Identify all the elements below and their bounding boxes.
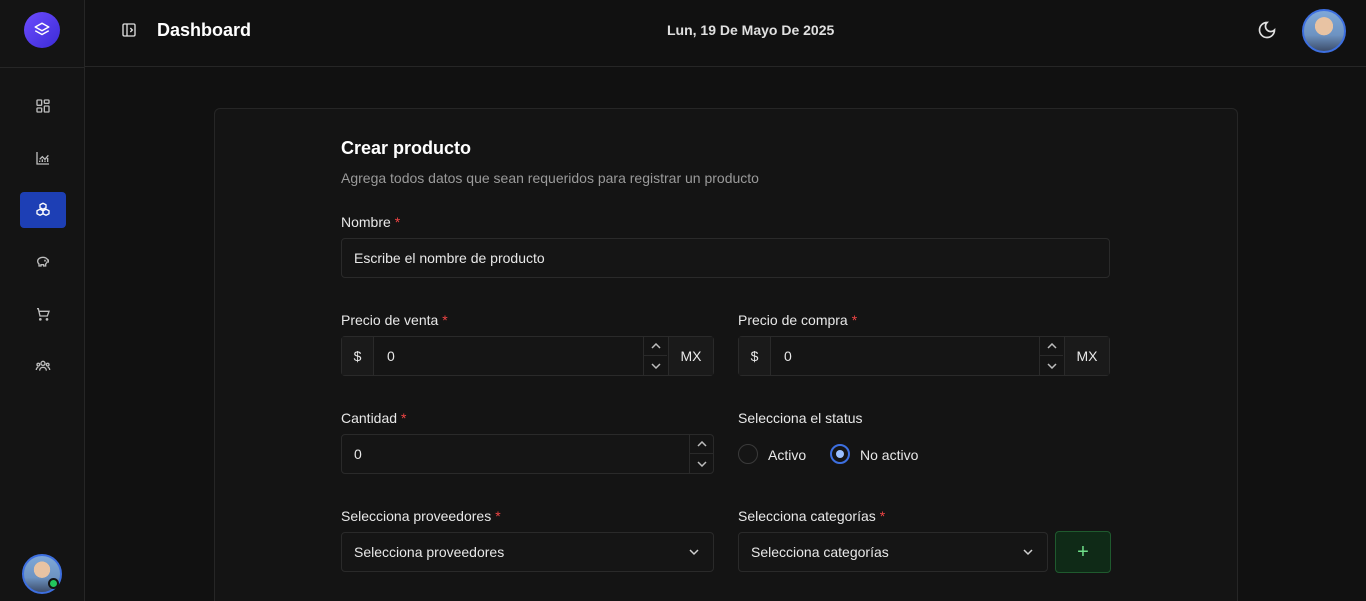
chart-icon [36,152,49,165]
sale-price-stepper[interactable] [643,337,667,375]
currency-suffix: MX [668,337,713,375]
purchase-price-stepper[interactable] [1039,337,1063,375]
status-radio-inactive[interactable] [830,444,850,464]
add-category-button[interactable]: + [1055,531,1111,573]
users-icon [35,360,51,371]
chevron-down-icon[interactable] [644,356,667,375]
grid-icon [36,99,50,113]
sale-price-value: 0 [387,348,395,364]
currency-prefix: $ [739,337,771,375]
categories-select[interactable]: Selecciona categorías [738,532,1048,572]
form-subtitle: Agrega todos datos que sean requeridos p… [341,170,759,186]
suppliers-label: Selecciona proveedores * [341,508,501,524]
name-label: Nombre * [341,214,401,230]
top-header: Dashboard Lun, 19 De Mayo De 2025 [85,0,1366,67]
cart-icon [37,308,50,321]
chevron-up-icon[interactable] [690,435,713,454]
sidebar-item-sales[interactable] [20,296,66,332]
quantity-value: 0 [354,446,362,462]
sidebar-item-reports[interactable] [20,140,66,176]
piggy-bank-icon [36,256,49,267]
moon-icon[interactable] [1257,20,1277,45]
quantity-stepper-buttons[interactable] [689,435,713,473]
status-option-active-label: Activo [768,447,807,463]
chevron-up-icon[interactable] [1040,337,1063,356]
sidebar-item-finance[interactable] [20,244,66,280]
sale-price-label: Precio de venta * [341,312,448,328]
quantity-label: Cantidad * [341,410,407,426]
categories-label: Selecciona categorías * [738,508,886,524]
status-option-inactive-label: No activo [860,447,919,463]
name-input[interactable]: Escribe el nombre de producto [341,238,1110,278]
chevron-down-icon [689,549,699,556]
sidebar-item-products[interactable] [20,192,66,228]
user-avatar[interactable] [1302,9,1346,53]
sidebar-toggle-icon[interactable] [121,22,137,43]
suppliers-select[interactable]: Selecciona proveedores [341,532,714,572]
quantity-stepper[interactable]: 0 [341,434,714,474]
currency-prefix: $ [342,337,374,375]
purchase-price-input[interactable]: $ 0 MX [738,336,1110,376]
purchase-price-label: Precio de compra * [738,312,858,328]
chevron-down-icon[interactable] [1040,356,1063,375]
status-label: Selecciona el status [738,410,863,426]
sidebar [0,0,85,601]
currency-suffix: MX [1064,337,1109,375]
current-date: Lun, 19 De Mayo De 2025 [667,22,835,38]
page-title: Dashboard [157,20,252,40]
chevron-down-icon [1023,549,1033,556]
status-radio-active[interactable] [738,444,758,464]
purchase-price-value: 0 [784,348,792,364]
online-status-dot [48,578,59,589]
layers-logo-icon[interactable] [24,12,60,48]
sidebar-item-dashboard[interactable] [20,88,66,124]
form-title: Crear producto [341,138,472,158]
chevron-up-icon[interactable] [644,337,667,356]
boxes-icon [36,202,50,216]
sidebar-divider [0,67,85,68]
sale-price-input[interactable]: $ 0 MX [341,336,714,376]
chevron-down-icon[interactable] [690,454,713,473]
sidebar-item-users[interactable] [20,348,66,384]
